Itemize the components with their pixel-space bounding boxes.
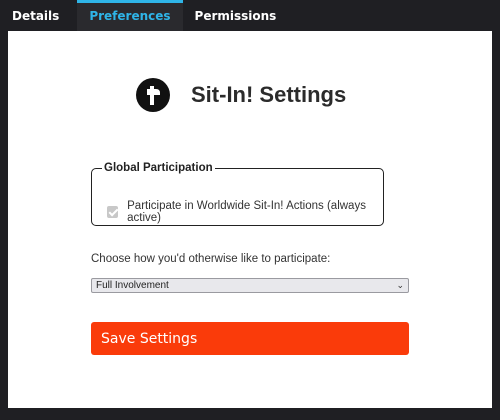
settings-panel: Sit-In! Settings Global Participation Pa… [8,31,492,408]
participation-select[interactable]: Full Involvement ⌄ [91,278,409,293]
participation-select-value: Full Involvement [96,280,169,291]
tab-bar: Details Preferences Permissions [0,0,500,31]
save-settings-button[interactable]: Save Settings [91,322,409,355]
tab-preferences[interactable]: Preferences [77,0,183,31]
global-participation-group: Global Participation Participate in Worl… [91,162,384,226]
fist-logo-icon [136,78,170,112]
worldwide-participation-row: Participate in Worldwide Sit-In! Actions… [107,200,383,224]
settings-header: Sit-In! Settings [136,78,346,112]
chevron-down-icon: ⌄ [396,280,404,290]
page-title: Sit-In! Settings [191,82,347,107]
global-participation-legend: Global Participation [104,162,213,174]
worldwide-participation-checkbox[interactable] [107,206,119,218]
tab-details[interactable]: Details [0,0,77,31]
participation-prompt: Choose how you'd otherwise like to parti… [91,253,331,265]
worldwide-participation-label: Participate in Worldwide Sit-In! Actions… [127,200,366,224]
tab-permissions[interactable]: Permissions [183,0,289,31]
